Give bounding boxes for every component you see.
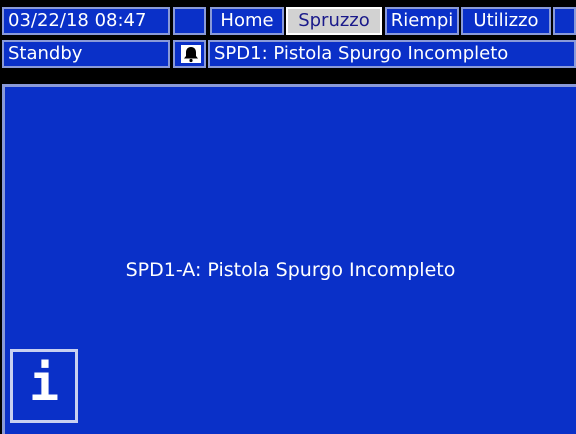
alarm-indicator — [173, 40, 206, 68]
alarm-message: SPD1: Pistola Spurgo Incompleto — [208, 40, 576, 68]
tab-home[interactable]: Home — [210, 7, 284, 35]
tab-overflow-spacer — [553, 7, 576, 35]
system-status: Standby — [2, 40, 170, 68]
main-panel: SPD1-A: Pistola Spurgo Incompleto — [2, 84, 576, 434]
bell-icon — [181, 45, 201, 63]
tab-riempi[interactable]: Riempi — [385, 7, 459, 35]
error-message: SPD1-A: Pistola Spurgo Incompleto — [125, 259, 456, 281]
display-screen: 03/22/18 08:47 Home Spruzzo Riempi Utili… — [0, 0, 576, 434]
datetime-display: 03/22/18 08:47 — [2, 7, 170, 35]
tab-utilizzo[interactable]: Utilizzo — [461, 7, 551, 35]
info-icon: i — [28, 354, 60, 412]
tab-spruzzo[interactable]: Spruzzo — [286, 7, 382, 35]
header-spacer — [173, 7, 206, 35]
info-button[interactable]: i — [10, 349, 78, 423]
